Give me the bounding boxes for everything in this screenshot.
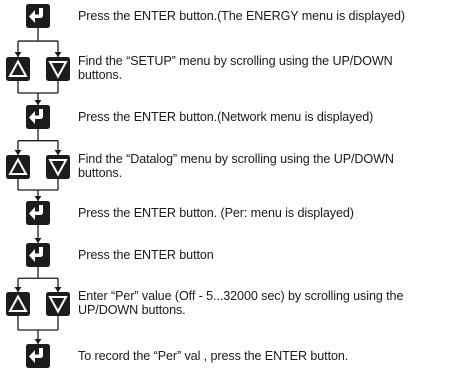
down-button-7 bbox=[46, 292, 70, 316]
arrowhead bbox=[14, 52, 22, 57]
enter-button-1 bbox=[26, 4, 50, 28]
down-button-2 bbox=[46, 57, 70, 81]
down-button-4 bbox=[46, 155, 70, 179]
connector-6 bbox=[14, 267, 62, 292]
step-text-3: Press the ENTER button.(Network menu is … bbox=[78, 110, 374, 124]
up-button-2 bbox=[6, 57, 30, 81]
step-text-7: Enter “Per” value (Off - 5...32000 sec) … bbox=[78, 289, 404, 317]
enter-button-6 bbox=[26, 243, 50, 267]
connector-5 bbox=[34, 225, 42, 243]
arrowhead bbox=[34, 100, 42, 105]
arrowhead bbox=[14, 150, 22, 155]
arrowhead bbox=[34, 339, 42, 344]
step-text-8: To record the “Per” val , press the ENTE… bbox=[78, 349, 349, 363]
arrowhead bbox=[14, 287, 22, 292]
arrowhead bbox=[34, 238, 42, 243]
step-text-5: Press the ENTER button. (Per: menu is di… bbox=[78, 206, 354, 220]
step-text-1: Press the ENTER button.(The ENERGY menu … bbox=[78, 9, 405, 23]
enter-button-3 bbox=[26, 105, 50, 129]
step-text-2: Find the “SETUP” menu by scrolling using… bbox=[78, 54, 393, 82]
enter-button-8 bbox=[26, 344, 50, 368]
step-text-4: Find the “Datalog” menu by scrolling usi… bbox=[78, 152, 394, 180]
connector-4 bbox=[17, 179, 59, 201]
enter-button-5 bbox=[26, 201, 50, 225]
up-button-4 bbox=[6, 155, 30, 179]
step-text-6: Press the ENTER button bbox=[78, 248, 214, 262]
arrowhead bbox=[54, 150, 62, 155]
connector-1 bbox=[14, 28, 62, 57]
arrowhead bbox=[54, 287, 62, 292]
arrowhead bbox=[34, 196, 42, 201]
connector-2 bbox=[17, 81, 59, 105]
connector-3 bbox=[14, 129, 62, 155]
connector-7 bbox=[17, 316, 59, 344]
arrowhead bbox=[54, 52, 62, 57]
up-button-7 bbox=[6, 292, 30, 316]
buttons bbox=[6, 4, 70, 368]
